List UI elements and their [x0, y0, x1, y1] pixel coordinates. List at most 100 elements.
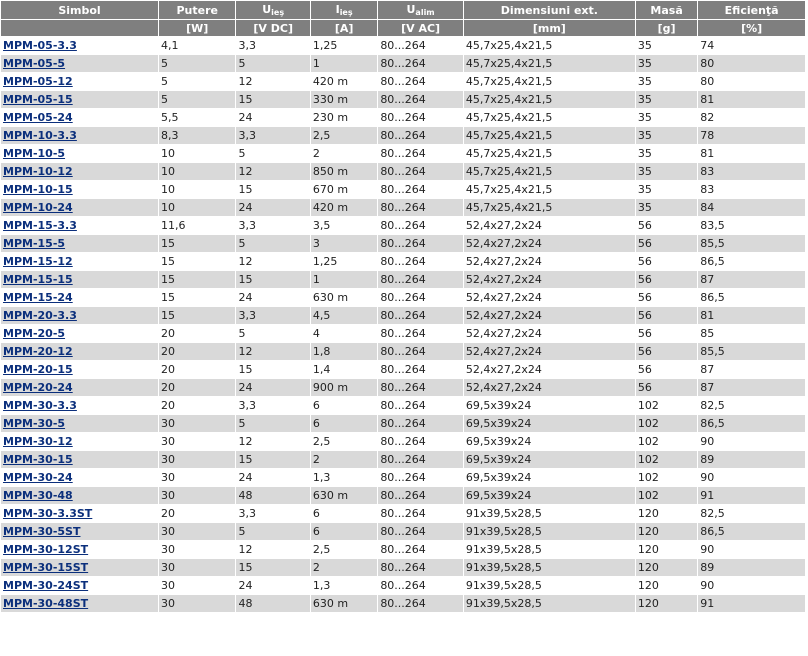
table-row: MPM-30-12 30 12 2,5 80...264 69,5x39x24 102 90 — [1, 433, 805, 450]
cell-u-ies: 15 — [236, 181, 310, 198]
cell-u-alim: 80...264 — [378, 145, 463, 162]
table-row: MPM-20-24 20 24 900 m 80...264 52,4x27,2x24 56… — [1, 379, 805, 396]
product-link[interactable]: MPM-30-5ST — [3, 525, 80, 538]
cell-i-ies: 6 — [310, 397, 378, 414]
cell-dimensiuni: 52,4x27,2x24 — [463, 307, 635, 324]
cell-putere: 30 — [158, 451, 236, 468]
product-link[interactable]: MPM-30-24ST — [3, 579, 88, 592]
product-link[interactable]: MPM-20-24 — [3, 381, 73, 394]
unit-simbol — [1, 20, 158, 36]
product-link[interactable]: MPM-30-48 — [3, 489, 73, 502]
cell-simbol: MPM-30-3.3ST — [1, 505, 158, 522]
cell-u-ies: 24 — [236, 379, 310, 396]
cell-eficienta: 86,5 — [698, 415, 805, 432]
cell-eficienta: 85,5 — [698, 343, 805, 360]
product-link[interactable]: MPM-10-3.3 — [3, 129, 77, 142]
cell-simbol: MPM-15-3.3 — [1, 217, 158, 234]
product-link[interactable]: MPM-30-3.3ST — [3, 507, 92, 520]
cell-simbol: MPM-05-24 — [1, 109, 158, 126]
product-link[interactable]: MPM-20-3.3 — [3, 309, 77, 322]
product-link[interactable]: MPM-05-15 — [3, 93, 73, 106]
cell-u-ies: 12 — [236, 73, 310, 90]
cell-eficienta: 90 — [698, 433, 805, 450]
cell-dimensiuni: 45,7x25,4x21,5 — [463, 145, 635, 162]
col-header-eficienta: Eficienţă — [698, 1, 805, 19]
cell-simbol: MPM-15-12 — [1, 253, 158, 270]
cell-simbol: MPM-30-48ST — [1, 595, 158, 612]
cell-dimensiuni: 52,4x27,2x24 — [463, 253, 635, 270]
product-link[interactable]: MPM-20-12 — [3, 345, 73, 358]
cell-putere: 30 — [158, 523, 236, 540]
cell-eficienta: 82 — [698, 109, 805, 126]
cell-simbol: MPM-30-5 — [1, 415, 158, 432]
cell-simbol: MPM-20-3.3 — [1, 307, 158, 324]
product-link[interactable]: MPM-20-5 — [3, 327, 65, 340]
product-link[interactable]: MPM-30-15ST — [3, 561, 88, 574]
product-link[interactable]: MPM-10-15 — [3, 183, 73, 196]
cell-i-ies: 1,25 — [310, 37, 378, 54]
product-link[interactable]: MPM-20-15 — [3, 363, 73, 376]
product-link[interactable]: MPM-10-12 — [3, 165, 73, 178]
product-link[interactable]: MPM-15-24 — [3, 291, 73, 304]
cell-u-alim: 80...264 — [378, 343, 463, 360]
cell-eficienta: 89 — [698, 451, 805, 468]
product-link[interactable]: MPM-30-48ST — [3, 597, 88, 610]
table-row: MPM-30-48ST 30 48 630 m 80...264 91x39,5x28,5… — [1, 595, 805, 612]
cell-i-ies: 1 — [310, 271, 378, 288]
cell-putere: 10 — [158, 163, 236, 180]
cell-simbol: MPM-30-12 — [1, 433, 158, 450]
cell-eficienta: 90 — [698, 541, 805, 558]
cell-u-ies: 5 — [236, 55, 310, 72]
cell-dimensiuni: 52,4x27,2x24 — [463, 217, 635, 234]
product-link[interactable]: MPM-10-5 — [3, 147, 65, 160]
table-row: MPM-15-3.3 11,6 3,3 3,5 80...264 52,4x27,2x24… — [1, 217, 805, 234]
cell-i-ies: 6 — [310, 523, 378, 540]
cell-eficienta: 82,5 — [698, 505, 805, 522]
cell-putere: 11,6 — [158, 217, 236, 234]
cell-u-alim: 80...264 — [378, 325, 463, 342]
product-link[interactable]: MPM-30-12 — [3, 435, 73, 448]
cell-eficienta: 83 — [698, 181, 805, 198]
cell-putere: 15 — [158, 235, 236, 252]
cell-eficienta: 87 — [698, 379, 805, 396]
cell-i-ies: 4,5 — [310, 307, 378, 324]
col-header-simbol: Simbol — [1, 1, 158, 19]
cell-eficienta: 86,5 — [698, 289, 805, 306]
cell-masa: 102 — [635, 487, 698, 504]
product-link[interactable]: MPM-30-12ST — [3, 543, 88, 556]
product-link[interactable]: MPM-05-5 — [3, 57, 65, 70]
cell-u-alim: 80...264 — [378, 595, 463, 612]
product-link[interactable]: MPM-05-12 — [3, 75, 73, 88]
cell-eficienta: 81 — [698, 91, 805, 108]
cell-dimensiuni: 45,7x25,4x21,5 — [463, 37, 635, 54]
cell-simbol: MPM-05-15 — [1, 91, 158, 108]
cell-u-ies: 15 — [236, 271, 310, 288]
unit-putere: [W] — [158, 20, 236, 36]
product-link[interactable]: MPM-30-5 — [3, 417, 65, 430]
product-link[interactable]: MPM-15-15 — [3, 273, 73, 286]
product-link[interactable]: MPM-15-12 — [3, 255, 73, 268]
cell-eficienta: 85,5 — [698, 235, 805, 252]
product-link[interactable]: MPM-05-24 — [3, 111, 73, 124]
cell-putere: 20 — [158, 325, 236, 342]
header-row: Simbol Putere Uieş Iieş Ualim Dimensiuni… — [1, 1, 805, 19]
cell-u-ies: 15 — [236, 559, 310, 576]
product-link[interactable]: MPM-05-3.3 — [3, 39, 77, 52]
product-link[interactable]: MPM-15-3.3 — [3, 219, 77, 232]
table-row: MPM-05-3.3 4,1 3,3 1,25 80...264 45,7x25,4x21… — [1, 37, 805, 54]
cell-i-ies: 1,3 — [310, 469, 378, 486]
product-link[interactable]: MPM-30-3.3 — [3, 399, 77, 412]
product-link[interactable]: MPM-10-24 — [3, 201, 73, 214]
cell-dimensiuni: 69,5x39x24 — [463, 433, 635, 450]
cell-masa: 56 — [635, 379, 698, 396]
product-link[interactable]: MPM-30-15 — [3, 453, 73, 466]
cell-dimensiuni: 52,4x27,2x24 — [463, 325, 635, 342]
product-link[interactable]: MPM-30-24 — [3, 471, 73, 484]
product-link[interactable]: MPM-15-5 — [3, 237, 65, 250]
cell-i-ies: 1 — [310, 55, 378, 72]
cell-u-alim: 80...264 — [378, 433, 463, 450]
cell-eficienta: 91 — [698, 595, 805, 612]
table-row: MPM-15-12 15 12 1,25 80...264 52,4x27,2x24 56 8… — [1, 253, 805, 270]
cell-simbol: MPM-15-5 — [1, 235, 158, 252]
cell-u-ies: 12 — [236, 433, 310, 450]
